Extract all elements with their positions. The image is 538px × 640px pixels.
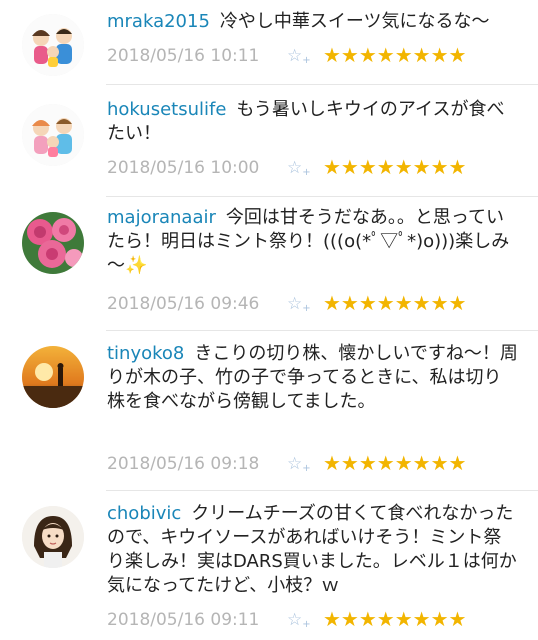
timestamp[interactable]: 2018/05/16 10:11 [107,44,259,68]
plus-icon: + [302,167,311,178]
star-outline-icon: ☆ [287,610,303,630]
comment-body: 冷やし中華スイーツ気になるな～ [219,11,490,32]
star-outline-icon: ☆ [287,158,303,178]
star-outline-icon: ☆ [287,46,303,66]
timestamp[interactable]: 2018/05/16 10:00 [107,156,259,180]
comment-text: hokusetsulife もう暑いしキウイのアイスが食べたい！ [107,98,519,146]
family-avatar-icon [22,14,84,76]
add-star-button[interactable]: ☆+ [287,292,311,321]
add-star-button[interactable]: ☆+ [287,156,311,185]
divider [106,330,538,331]
username-link[interactable]: mraka2015 [107,11,210,32]
star-rating[interactable]: ★★★★★★★★ [323,43,466,67]
star-outline-icon: ☆ [287,454,303,474]
username-link[interactable]: chobivic [107,503,181,524]
comment-item: chobivic クリームチーズの甘くて食べれなかったので、キウイソースがあればい… [0,494,538,640]
user-avatar[interactable] [22,104,84,166]
divider [106,196,538,197]
star-rating[interactable]: ★★★★★★★★ [323,155,466,179]
add-star-button[interactable]: ☆+ [287,452,311,481]
family-avatar-icon [22,104,84,166]
star-rating[interactable]: ★★★★★★★★ [323,291,466,315]
user-avatar[interactable] [22,506,84,568]
timestamp[interactable]: 2018/05/16 09:18 [107,452,259,476]
user-avatar[interactable] [22,212,84,274]
add-star-button[interactable]: ☆+ [287,608,311,637]
add-star-button[interactable]: ☆+ [287,44,311,73]
plus-icon: + [302,55,311,66]
girl-avatar-icon [22,506,84,568]
plus-icon: + [302,303,311,314]
comment-text: chobivic クリームチーズの甘くて食べれなかったので、キウイソースがあればい… [107,502,519,598]
roses-avatar-icon [22,212,84,274]
comment-text: mraka2015 冷やし中華スイーツ気になるな～ [107,10,519,34]
plus-icon: + [302,619,311,630]
timestamp[interactable]: 2018/05/16 09:11 [107,608,259,632]
comment-text: tinyoko8 きこりの切り株、懐かしいですね～！周りが木の子、竹の子で争ってる… [107,342,519,414]
divider [106,490,538,491]
comment-item: mraka2015 冷やし中華スイーツ気になるな～ 2018/05/16 10:1… [0,0,538,90]
divider [106,84,538,85]
comment-item: majoranaair 今回は甘そうだなあ。。と思っていたら！明日はミント祭り！(… [0,200,538,330]
username-link[interactable]: tinyoko8 [107,343,184,364]
plus-icon: + [302,463,311,474]
star-rating[interactable]: ★★★★★★★★ [323,451,466,475]
sunset-avatar-icon [22,346,84,408]
username-link[interactable]: hokusetsulife [107,99,226,120]
timestamp[interactable]: 2018/05/16 09:46 [107,292,259,316]
comment-text: majoranaair 今回は甘そうだなあ。。と思っていたら！明日はミント祭り！(… [107,206,519,278]
user-avatar[interactable] [22,14,84,76]
username-link[interactable]: majoranaair [107,207,216,228]
star-outline-icon: ☆ [287,294,303,314]
star-rating[interactable]: ★★★★★★★★ [323,607,466,631]
user-avatar[interactable] [22,346,84,408]
comment-item: tinyoko8 きこりの切り株、懐かしいですね～！周りが木の子、竹の子で争ってる… [0,334,538,484]
comment-item: hokusetsulife もう暑いしキウイのアイスが食べたい！ 2018/05/… [0,90,538,190]
